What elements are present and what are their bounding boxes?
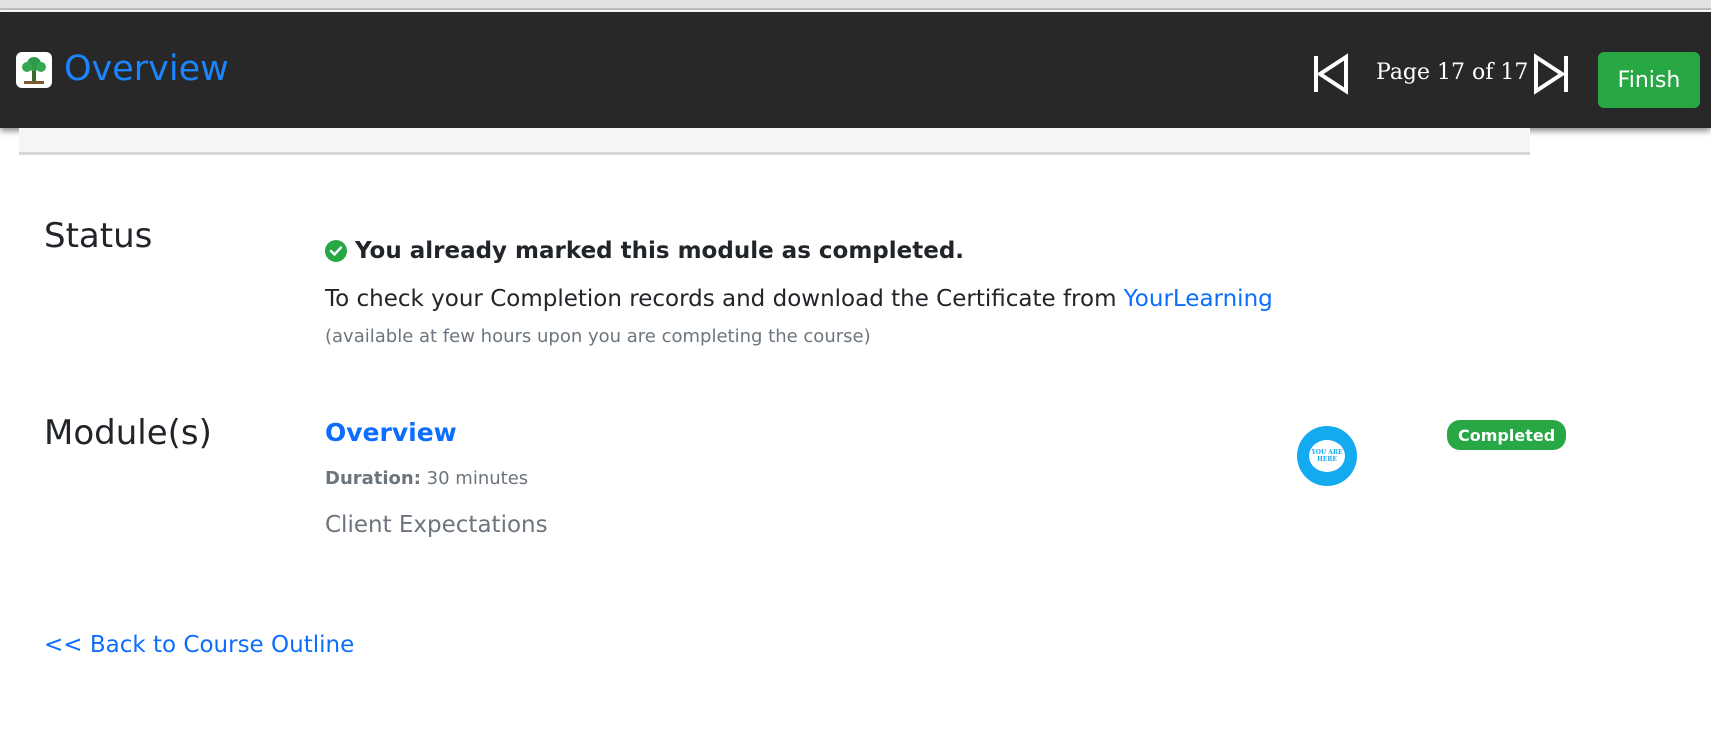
duration-label: Duration: [325, 468, 421, 489]
certificate-instructions: To check your Completion records and dow… [325, 286, 1273, 312]
page-indicator: Page 17 of 17 [1376, 60, 1529, 85]
module-duration: Duration: 30 minutes [325, 468, 528, 489]
you-are-here-icon: YOU ARE HERE [1297, 426, 1357, 486]
certificate-text: To check your Completion records and dow… [325, 286, 1124, 312]
finish-button[interactable]: Finish [1598, 52, 1700, 108]
tree-logo-icon [22, 57, 46, 84]
course-logo [16, 52, 52, 88]
you-are-here-line-2: HERE [1317, 456, 1337, 463]
browser-top-strip [0, 0, 1711, 10]
you-are-here-line-1: YOU ARE [1311, 449, 1343, 456]
content-top-band [19, 128, 1530, 155]
status-heading: Status [44, 216, 153, 256]
page-title: Overview [64, 49, 229, 89]
back-to-course-outline-link[interactable]: << Back to Course Outline [44, 632, 354, 658]
completion-text: You already marked this module as comple… [355, 238, 965, 264]
modules-heading: Module(s) [44, 413, 212, 453]
first-page-button[interactable] [1311, 52, 1351, 96]
last-page-button[interactable] [1531, 52, 1571, 96]
course-header: Overview Page 17 of 17 Finish [0, 12, 1711, 128]
skip-back-icon [1314, 53, 1348, 95]
you-are-here-bubble: YOU ARE HERE [1309, 440, 1345, 472]
availability-note: (available at few hours upon you are com… [325, 326, 871, 347]
module-description: Client Expectations [325, 512, 548, 538]
yourlearning-link[interactable]: YourLearning [1124, 286, 1273, 312]
status-badge: Completed [1447, 420, 1567, 450]
completion-message: You already marked this module as comple… [325, 238, 964, 264]
check-circle-icon [325, 240, 347, 262]
skip-forward-icon [1534, 53, 1568, 95]
module-title-link[interactable]: Overview [325, 418, 457, 447]
duration-value: 30 minutes [426, 468, 529, 489]
